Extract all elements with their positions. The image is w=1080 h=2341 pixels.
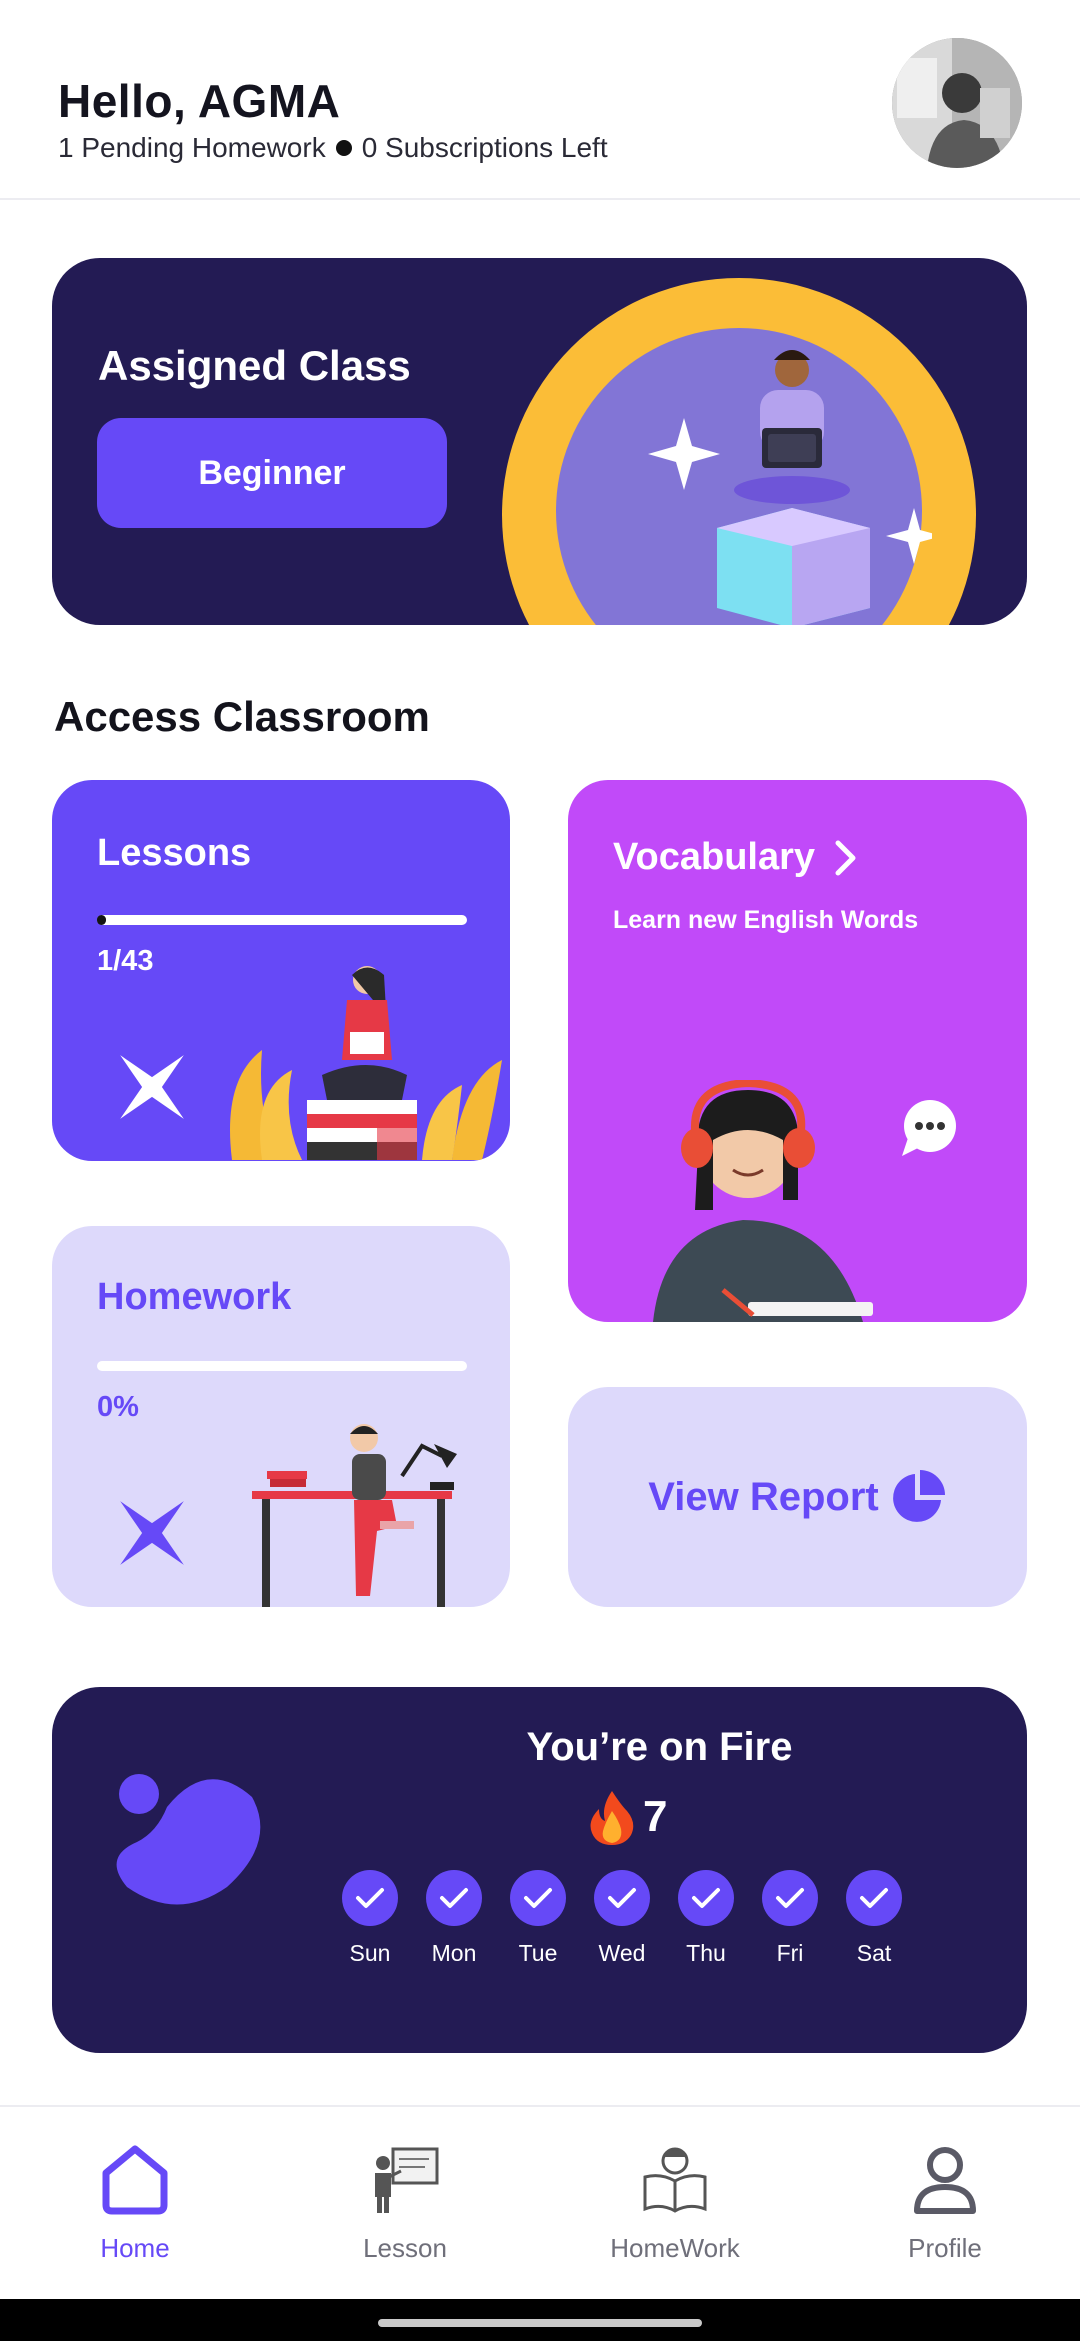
vocabulary-title-row: Vocabulary bbox=[613, 836, 859, 879]
vocabulary-card[interactable]: Vocabulary Learn new English Words bbox=[568, 780, 1027, 1322]
nav-label-lesson: Lesson bbox=[363, 2233, 447, 2263]
streak-card: You’re on Fire 7 Sun Mon Tue Wed Thu Fri… bbox=[52, 1687, 1027, 2053]
student-laptop-illustration-icon bbox=[648, 350, 932, 625]
reading-student-icon bbox=[643, 2147, 707, 2213]
homework-progress-bar bbox=[97, 1361, 467, 1371]
streak-day: Wed bbox=[594, 1870, 650, 1967]
nav-item-homework[interactable]: HomeWork bbox=[575, 2143, 775, 2264]
check-icon bbox=[846, 1870, 902, 1926]
reading-girl-illustration-icon bbox=[230, 966, 502, 1160]
assigned-class-card[interactable]: Assigned Class Beginner bbox=[52, 258, 1027, 625]
pie-chart-icon bbox=[892, 1470, 945, 1522]
home-icon bbox=[102, 2145, 168, 2215]
lessons-card[interactable]: Lessons 1/43 bbox=[52, 780, 510, 1161]
vocabulary-title: Vocabulary bbox=[613, 836, 816, 878]
day-label: Tue bbox=[518, 1940, 558, 1966]
check-icon bbox=[678, 1870, 734, 1926]
check-icon bbox=[762, 1870, 818, 1926]
streak-days-row: Sun Mon Tue Wed Thu Fri Sat bbox=[342, 1870, 902, 1967]
streak-count: 7 bbox=[643, 1792, 668, 1841]
assigned-class-title: Assigned Class bbox=[98, 342, 411, 389]
blob-mascot-icon bbox=[116, 1774, 261, 1905]
home-gesture-pill[interactable] bbox=[378, 2319, 702, 2327]
nav-item-home[interactable]: Home bbox=[35, 2143, 235, 2264]
streak-day: Sun bbox=[342, 1870, 398, 1967]
lessons-title: Lessons bbox=[97, 832, 252, 874]
check-icon bbox=[426, 1870, 482, 1926]
nav-label-homework: HomeWork bbox=[610, 2233, 740, 2263]
streak-day: Tue bbox=[510, 1870, 566, 1967]
access-classroom-heading: Access Classroom bbox=[54, 693, 430, 740]
day-label: Sat bbox=[856, 1940, 892, 1966]
streak-title: You’re on Fire bbox=[526, 1725, 793, 1769]
homework-card[interactable]: Homework 0% bbox=[52, 1226, 510, 1607]
fire-icon bbox=[590, 1791, 634, 1845]
check-icon bbox=[342, 1870, 398, 1926]
chevron-right-icon bbox=[835, 840, 856, 875]
nav-item-profile[interactable]: Profile bbox=[845, 2143, 1045, 2264]
view-report-card[interactable]: View Report bbox=[568, 1387, 1027, 1607]
day-label: Mon bbox=[431, 1940, 477, 1966]
avatar-photo-icon bbox=[892, 38, 1022, 168]
view-report-row: View Report bbox=[568, 1387, 1027, 1607]
streak-count-row: 7 bbox=[587, 1789, 667, 1845]
header-status-line: 1 Pending Homework 0 Subscriptions Left bbox=[58, 132, 608, 164]
day-label: Sun bbox=[349, 1940, 391, 1966]
top-header: Hello, AGMA 1 Pending Homework 0 Subscri… bbox=[0, 0, 1080, 200]
check-icon bbox=[510, 1870, 566, 1926]
view-report-label: View Report bbox=[648, 1474, 879, 1519]
sparkle-icon bbox=[120, 1501, 184, 1565]
day-label: Wed bbox=[598, 1940, 646, 1966]
streak-day: Fri bbox=[762, 1870, 818, 1967]
lessons-progress-bar bbox=[97, 915, 467, 925]
nav-item-lesson[interactable]: Lesson bbox=[305, 2143, 505, 2264]
pending-homework-text: 1 Pending Homework bbox=[58, 132, 326, 163]
separator-dot bbox=[335, 140, 352, 156]
subscriptions-left-text: 0 Subscriptions Left bbox=[361, 132, 608, 163]
sparkle-icon bbox=[120, 1055, 184, 1119]
day-label: Thu bbox=[686, 1940, 726, 1966]
homework-title: Homework bbox=[97, 1276, 292, 1318]
user-icon bbox=[914, 2147, 976, 2214]
streak-day: Sat bbox=[846, 1870, 902, 1967]
streak-day: Thu bbox=[678, 1870, 734, 1967]
nav-label-home: Home bbox=[100, 2233, 170, 2263]
studying-boy-illustration-icon bbox=[252, 1424, 457, 1607]
teacher-board-icon bbox=[375, 2147, 439, 2213]
check-icon bbox=[594, 1870, 650, 1926]
class-level-button[interactable]: Beginner bbox=[97, 418, 447, 528]
avatar[interactable] bbox=[892, 38, 1022, 168]
homework-progress-text: 0% bbox=[97, 1391, 139, 1423]
greeting-title: Hello, AGMA bbox=[58, 75, 341, 127]
chat-bubble-icon bbox=[902, 1100, 956, 1156]
lessons-progress-fill bbox=[97, 915, 106, 925]
day-label: Fri bbox=[776, 1940, 804, 1966]
nav-label-profile: Profile bbox=[908, 2233, 982, 2263]
bottom-navigation: Home Lesson HomeWork Profile bbox=[0, 2105, 1080, 2299]
lessons-progress-text: 1/43 bbox=[97, 945, 154, 977]
streak-day: Mon bbox=[426, 1870, 482, 1967]
vocabulary-subtitle: Learn new English Words bbox=[613, 906, 919, 934]
girl-headphones-illustration-icon bbox=[653, 1080, 873, 1322]
